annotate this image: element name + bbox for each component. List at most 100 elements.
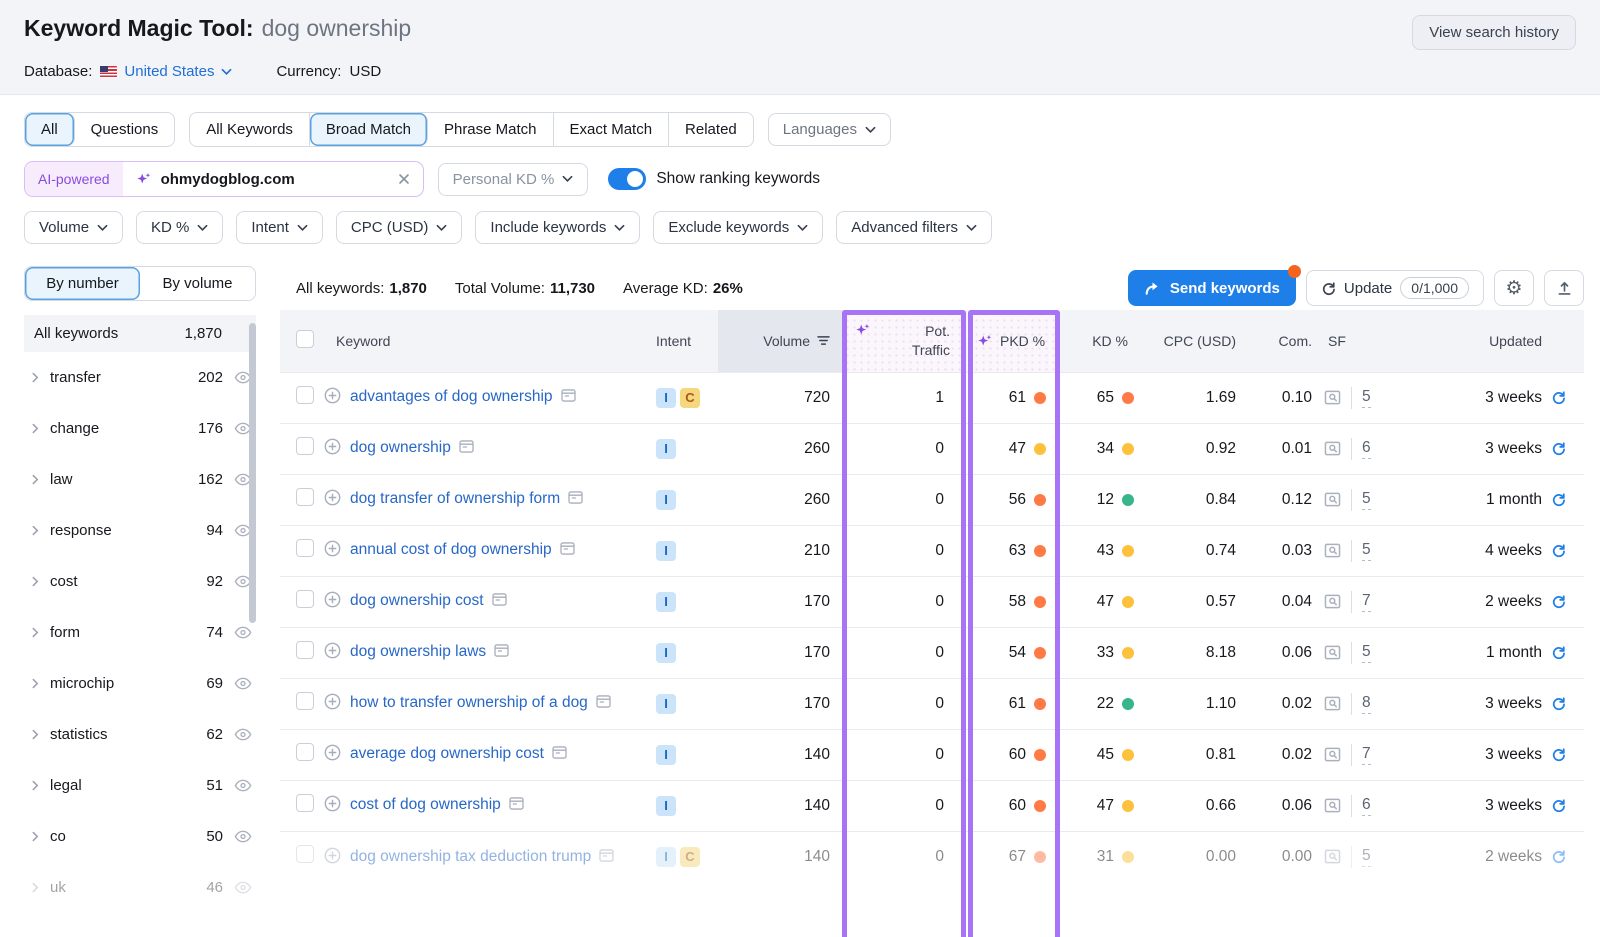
languages-dropdown[interactable]: Languages — [768, 113, 891, 146]
sidebar-group-change[interactable]: change176 — [24, 403, 256, 454]
sf-count-link[interactable]: 7 — [1362, 745, 1371, 765]
chevron-right-icon[interactable] — [32, 882, 39, 893]
tab-phrase-match[interactable]: Phrase Match — [428, 113, 554, 146]
serp-preview-icon[interactable] — [599, 846, 614, 869]
row-checkbox[interactable] — [296, 794, 314, 812]
row-checkbox[interactable] — [296, 743, 314, 761]
sidebar-group-form[interactable]: form74 — [24, 607, 256, 658]
sidebar-scrollbar[interactable] — [249, 323, 256, 623]
column-header-volume[interactable]: Volume — [718, 310, 844, 372]
sf-count-link[interactable]: 5 — [1362, 490, 1371, 510]
refresh-row-icon[interactable] — [1551, 390, 1566, 405]
sidebar-tab-by-volume[interactable]: By volume — [140, 267, 255, 300]
add-keyword-icon[interactable] — [324, 744, 341, 761]
settings-button[interactable]: ⚙ — [1494, 270, 1534, 306]
add-keyword-icon[interactable] — [324, 847, 341, 864]
search-input[interactable]: ohmydogblog.com — [161, 171, 389, 188]
serp-features-icon[interactable] — [1324, 696, 1341, 711]
sf-count-link[interactable]: 5 — [1362, 388, 1371, 408]
serp-preview-icon[interactable] — [459, 437, 474, 460]
tab-all[interactable]: All — [25, 113, 75, 146]
clear-input-icon[interactable] — [398, 173, 410, 185]
add-keyword-icon[interactable] — [324, 540, 341, 557]
serp-preview-icon[interactable] — [552, 743, 567, 766]
chevron-right-icon[interactable] — [32, 729, 39, 740]
serp-features-icon[interactable] — [1324, 390, 1341, 405]
personal-kd-dropdown[interactable]: Personal KD % — [438, 163, 589, 196]
chevron-right-icon[interactable] — [32, 780, 39, 791]
add-keyword-icon[interactable] — [324, 693, 341, 710]
refresh-row-icon[interactable] — [1551, 543, 1566, 558]
serp-preview-icon[interactable] — [561, 386, 576, 409]
export-button[interactable] — [1544, 270, 1584, 306]
add-keyword-icon[interactable] — [324, 489, 341, 506]
column-header-pkd[interactable]: PKD % — [966, 310, 1060, 372]
filter-volume[interactable]: Volume — [24, 211, 123, 244]
keyword-link[interactable]: dog ownership tax deduction trump — [350, 848, 591, 865]
sidebar-group-cost[interactable]: cost92 — [24, 556, 256, 607]
serp-preview-icon[interactable] — [596, 692, 611, 715]
serp-features-icon[interactable] — [1324, 849, 1341, 864]
filter-include-keywords[interactable]: Include keywords — [475, 211, 640, 244]
filter-cpc-usd-[interactable]: CPC (USD) — [336, 211, 463, 244]
hide-group-eye-icon[interactable] — [234, 677, 252, 690]
refresh-row-icon[interactable] — [1551, 747, 1566, 762]
row-checkbox[interactable] — [296, 590, 314, 608]
add-keyword-icon[interactable] — [324, 387, 341, 404]
chevron-right-icon[interactable] — [32, 474, 39, 485]
row-checkbox[interactable] — [296, 539, 314, 557]
filter-kd-[interactable]: KD % — [136, 211, 223, 244]
sidebar-group-co[interactable]: co50 — [24, 811, 256, 862]
chevron-right-icon[interactable] — [32, 831, 39, 842]
sf-count-link[interactable]: 6 — [1362, 439, 1371, 459]
database-selector[interactable]: United States — [100, 63, 232, 80]
sidebar-group-response[interactable]: response94 — [24, 505, 256, 556]
column-header-kd[interactable]: KD % — [1060, 310, 1156, 372]
serp-features-icon[interactable] — [1324, 594, 1341, 609]
serp-preview-icon[interactable] — [560, 539, 575, 562]
keyword-link[interactable]: average dog ownership cost — [350, 745, 544, 762]
keyword-link[interactable]: dog ownership — [350, 439, 451, 456]
tab-exact-match[interactable]: Exact Match — [554, 113, 670, 146]
column-header-updated[interactable]: Updated — [1416, 310, 1584, 372]
keyword-link[interactable]: how to transfer ownership of a dog — [350, 694, 588, 711]
serp-preview-icon[interactable] — [492, 590, 507, 613]
all-keywords-group[interactable]: All keywords 1,870 — [24, 315, 256, 352]
chevron-right-icon[interactable] — [32, 372, 39, 383]
sidebar-group-law[interactable]: law162 — [24, 454, 256, 505]
keyword-link[interactable]: dog ownership cost — [350, 592, 484, 609]
refresh-row-icon[interactable] — [1551, 594, 1566, 609]
row-checkbox[interactable] — [296, 845, 314, 863]
serp-features-icon[interactable] — [1324, 492, 1341, 507]
sf-count-link[interactable]: 7 — [1362, 592, 1371, 612]
sf-count-link[interactable]: 6 — [1362, 796, 1371, 816]
sf-count-link[interactable]: 8 — [1362, 694, 1371, 714]
serp-features-icon[interactable] — [1324, 798, 1341, 813]
sidebar-group-statistics[interactable]: statistics62 — [24, 709, 256, 760]
row-checkbox[interactable] — [296, 488, 314, 506]
sidebar-group-uk[interactable]: uk46 — [24, 862, 256, 913]
show-ranking-keywords-toggle[interactable] — [608, 168, 646, 190]
tab-all-keywords[interactable]: All Keywords — [190, 113, 310, 146]
column-header-intent[interactable]: Intent — [646, 310, 718, 372]
sf-count-link[interactable]: 5 — [1362, 541, 1371, 561]
serp-preview-icon[interactable] — [568, 488, 583, 511]
refresh-row-icon[interactable] — [1551, 441, 1566, 456]
chevron-right-icon[interactable] — [32, 576, 39, 587]
tab-broad-match[interactable]: Broad Match — [310, 113, 428, 146]
serp-features-icon[interactable] — [1324, 441, 1341, 456]
sidebar-group-transfer[interactable]: transfer202 — [24, 352, 256, 403]
refresh-row-icon[interactable] — [1551, 798, 1566, 813]
chevron-right-icon[interactable] — [32, 423, 39, 434]
tab-related[interactable]: Related — [669, 113, 753, 146]
hide-group-eye-icon[interactable] — [234, 779, 252, 792]
filter-intent[interactable]: Intent — [236, 211, 323, 244]
keyword-link[interactable]: dog transfer of ownership form — [350, 490, 560, 507]
chevron-right-icon[interactable] — [32, 678, 39, 689]
add-keyword-icon[interactable] — [324, 438, 341, 455]
update-button[interactable]: Update 0/1,000 — [1306, 270, 1484, 306]
chevron-right-icon[interactable] — [32, 525, 39, 536]
column-header-pot-traffic[interactable]: Pot. Traffic — [844, 310, 966, 372]
hide-group-eye-icon[interactable] — [234, 830, 252, 843]
refresh-row-icon[interactable] — [1551, 645, 1566, 660]
